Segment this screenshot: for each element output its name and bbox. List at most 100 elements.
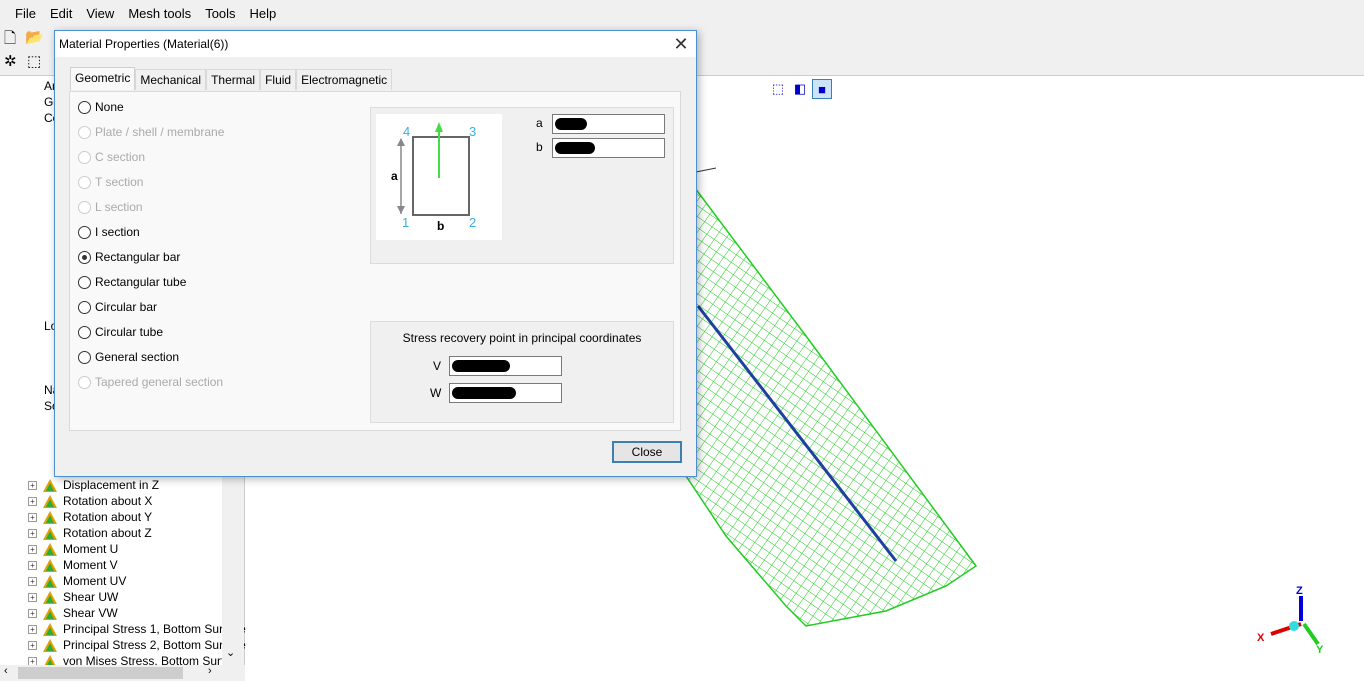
- w-input[interactable]: [449, 383, 562, 403]
- tree-item-label: Shear VW: [63, 606, 118, 620]
- result-triangle-icon: [43, 606, 57, 620]
- dim-b-label: b: [437, 219, 444, 233]
- result-triangle-icon: [43, 638, 57, 652]
- close-button[interactable]: Close: [612, 441, 682, 463]
- dim-a-label: a: [391, 169, 398, 183]
- expand-icon[interactable]: +: [28, 560, 37, 570]
- tab-fluid[interactable]: Fluid: [260, 69, 297, 90]
- expand-icon[interactable]: +: [28, 592, 37, 602]
- expand-icon[interactable]: +: [28, 624, 37, 634]
- tree-item-label: Moment V: [63, 558, 118, 572]
- v-input[interactable]: [449, 356, 562, 376]
- tree-item[interactable]: + Principal Stress 1, Bottom Surface: [28, 621, 246, 637]
- tree-item-label: Rotation about Z: [63, 526, 152, 540]
- radio-button-icon[interactable]: [78, 300, 91, 314]
- b-input[interactable]: [552, 138, 665, 158]
- expand-icon[interactable]: +: [28, 544, 37, 554]
- radio-label: Tapered general section: [95, 375, 224, 389]
- menu-help[interactable]: Help: [250, 6, 277, 21]
- radio-label: Circular tube: [95, 325, 164, 339]
- menu-bar: File Edit View Mesh tools Tools Help: [0, 0, 1364, 26]
- radio-button-icon[interactable]: [78, 350, 91, 364]
- result-triangle-icon: [43, 478, 57, 492]
- radio-section-7[interactable]: Rectangular tube: [78, 275, 186, 289]
- tree-item[interactable]: + Rotation about Z: [28, 525, 152, 541]
- radio-button-icon: [78, 175, 91, 189]
- tree-item[interactable]: + Moment V: [28, 557, 118, 573]
- expand-icon[interactable]: +: [28, 512, 37, 522]
- close-icon[interactable]: ✕: [666, 34, 696, 55]
- result-triangle-icon: [43, 590, 57, 604]
- menu-view[interactable]: View: [86, 6, 114, 21]
- tab-electromagnetic[interactable]: Electromagnetic: [296, 69, 393, 90]
- expand-icon[interactable]: +: [28, 608, 37, 618]
- axis-z-label: Z: [1296, 585, 1303, 597]
- select-nodes-icon[interactable]: ✲: [4, 52, 17, 70]
- corner-3: 3: [469, 124, 476, 139]
- radio-section-10[interactable]: General section: [78, 350, 179, 364]
- tree-item-label: Shear UW: [63, 590, 119, 604]
- radio-section-5[interactable]: I section: [78, 225, 140, 239]
- material-properties-dialog: Material Properties (Material(6)) ✕ Geom…: [54, 30, 697, 477]
- menu-file[interactable]: File: [15, 6, 36, 21]
- menu-tools[interactable]: Tools: [205, 6, 235, 21]
- scroll-down-icon[interactable]: ⌄: [226, 646, 235, 659]
- radio-section-9[interactable]: Circular tube: [78, 325, 163, 339]
- open-folder-icon[interactable]: 📂: [25, 28, 44, 46]
- tree-item[interactable]: + Moment UV: [28, 573, 126, 589]
- expand-icon[interactable]: +: [28, 528, 37, 538]
- a-input[interactable]: [552, 114, 665, 134]
- result-triangle-icon: [43, 494, 57, 508]
- scroll-left-icon[interactable]: ‹: [4, 665, 8, 677]
- radio-button-icon: [78, 200, 91, 214]
- radio-section-8[interactable]: Circular bar: [78, 300, 157, 314]
- tree-item[interactable]: + Shear UW: [28, 589, 118, 605]
- tab-mechanical[interactable]: Mechanical: [135, 69, 207, 90]
- scroll-thumb[interactable]: [18, 667, 183, 679]
- tree-item[interactable]: + Rotation about X: [28, 493, 152, 509]
- tree-item[interactable]: + Displacement in Z: [28, 477, 159, 493]
- radio-button-icon[interactable]: [78, 100, 91, 114]
- tree-item[interactable]: + Principal Stress 2, Bottom Surface: [28, 637, 246, 653]
- corner-2: 2: [469, 215, 476, 230]
- dialog-title: Material Properties (Material(6)): [59, 37, 229, 51]
- section-dimensions-group: 1 2 3 4 a b a b: [370, 107, 674, 264]
- radio-label: I section: [95, 225, 140, 239]
- radio-button-icon[interactable]: [78, 250, 91, 264]
- tab-bar: Geometric Mechanical Thermal Fluid Elect…: [70, 67, 393, 90]
- radio-section-6[interactable]: Rectangular bar: [78, 250, 180, 264]
- select-box-icon[interactable]: ⬚: [27, 52, 41, 70]
- corner-4: 4: [403, 124, 410, 139]
- tree-item[interactable]: + Shear VW: [28, 605, 118, 621]
- stress-recovery-title: Stress recovery point in principal coord…: [402, 331, 642, 345]
- expand-icon[interactable]: +: [28, 496, 37, 506]
- shaded-view-icon[interactable]: ◧: [790, 79, 810, 99]
- radio-section-3: T section: [78, 175, 143, 189]
- geometric-panel: 1 2 3 4 a b a b Stress recovery point in…: [69, 91, 681, 431]
- radio-label: None: [95, 100, 124, 114]
- tree-item[interactable]: + Moment U: [28, 541, 118, 557]
- solid-view-icon[interactable]: ■: [812, 79, 832, 99]
- tree-item-label: Displacement in Z: [63, 478, 160, 492]
- axis-y-label: Y: [1316, 644, 1324, 656]
- radio-section-4: L section: [78, 200, 143, 214]
- scroll-right-icon[interactable]: ›: [208, 665, 212, 677]
- new-file-icon[interactable]: 🗋: [4, 28, 16, 53]
- expand-icon[interactable]: +: [28, 640, 37, 650]
- axis-triad: Z X Y: [1257, 585, 1324, 656]
- wireframe-view-icon[interactable]: ⬚: [768, 79, 788, 99]
- tab-geometric[interactable]: Geometric: [70, 67, 136, 90]
- expand-icon[interactable]: +: [28, 480, 37, 490]
- radio-button-icon[interactable]: [78, 225, 91, 239]
- radio-section-0[interactable]: None: [78, 100, 124, 114]
- tree-item[interactable]: + Rotation about Y: [28, 509, 152, 525]
- expand-icon[interactable]: +: [28, 576, 37, 586]
- tree-horizontal-scrollbar[interactable]: ‹ ›: [0, 665, 245, 681]
- menu-mesh-tools[interactable]: Mesh tools: [128, 6, 191, 21]
- radio-label: C section: [95, 150, 146, 164]
- radio-button-icon[interactable]: [78, 325, 91, 339]
- radio-button-icon[interactable]: [78, 275, 91, 289]
- menu-edit[interactable]: Edit: [50, 6, 72, 21]
- radio-label: Rectangular tube: [95, 275, 187, 289]
- tab-thermal[interactable]: Thermal: [206, 69, 261, 90]
